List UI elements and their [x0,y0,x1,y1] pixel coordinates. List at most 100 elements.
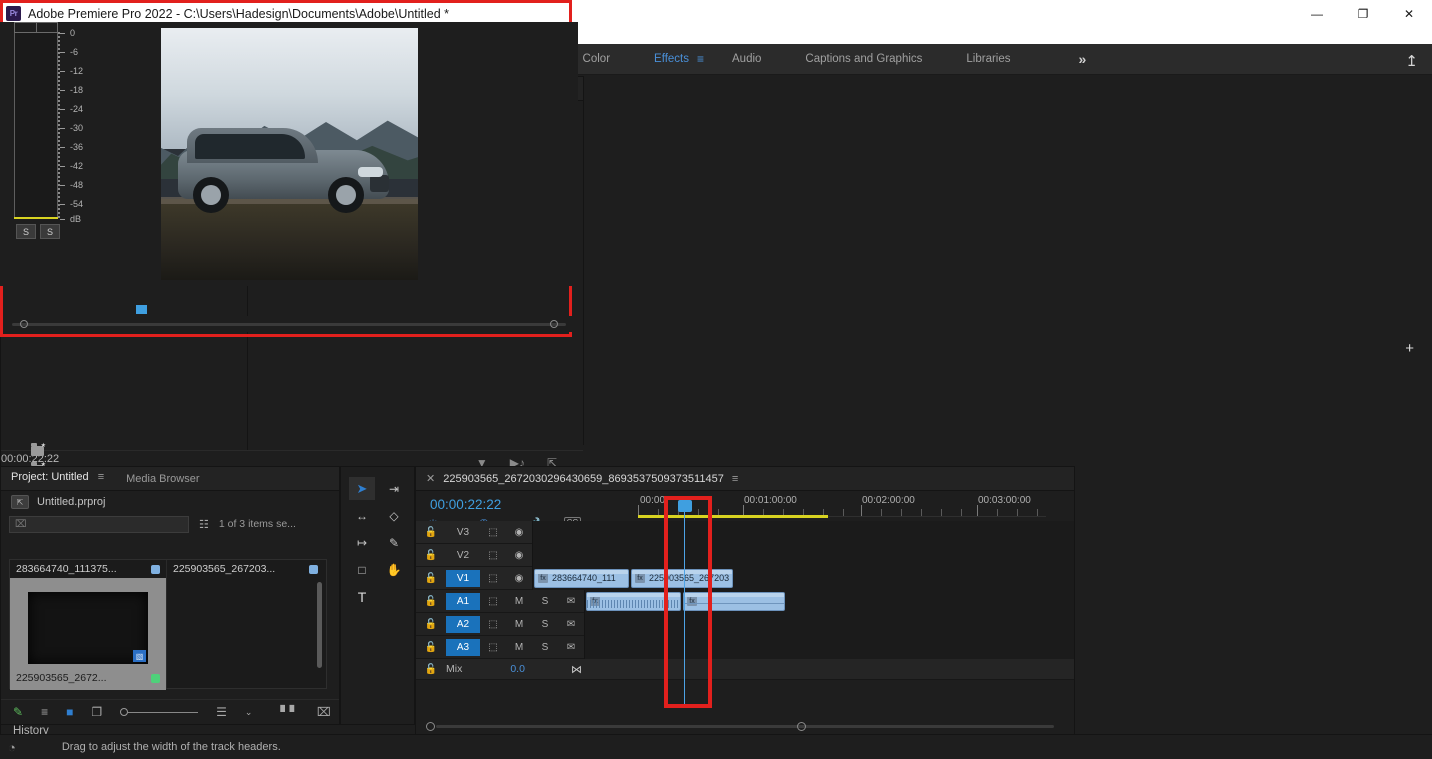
timeline-playhead-timecode[interactable]: 00:00:22:22 [430,497,501,512]
scrub-right-handle[interactable] [550,320,558,328]
workspace-overflow-icon[interactable]: » [1079,51,1087,67]
timeline-scroll-right-handle[interactable] [797,722,806,731]
timeline-playhead-handle[interactable] [678,500,692,512]
timeline-scroll-left-handle[interactable] [426,722,435,731]
solo-icon[interactable]: S [532,596,558,607]
sync-lock-icon[interactable]: ⬚ [480,596,506,607]
track-target-a3[interactable]: A3 [446,638,480,656]
icon-view-icon[interactable]: ■ [66,705,73,719]
sync-lock-icon[interactable]: ⬚ [480,573,506,584]
track-target-v1[interactable]: V1 [446,569,480,587]
sync-lock-icon[interactable]: ⬚ [480,642,506,653]
scrub-left-handle[interactable] [20,320,28,328]
zoom-slider[interactable] [120,708,199,716]
ripple-edit-tool-icon[interactable]: ↔ [349,504,375,527]
workspace-tab-libraries[interactable]: Libraries [944,44,1032,75]
track-target-a1[interactable]: A1 [446,592,480,610]
slip-tool-icon[interactable]: ↦ [349,531,375,554]
minimize-button[interactable]: — [1294,0,1340,27]
meter-solo-button-right[interactable]: S [40,224,60,239]
program-video-frame[interactable] [160,28,418,280]
selection-tool-icon[interactable]: ➤ [349,477,375,500]
pan-balance-icon[interactable]: ⋈ [571,663,582,676]
microphone-icon[interactable]: ✉ [558,596,584,607]
type-tool-icon[interactable]: T [349,585,375,608]
timeline-scroll-track[interactable] [436,725,1054,728]
track-clip-area-v3[interactable] [532,520,1074,544]
button-editor-plus-button[interactable]: + [1405,340,1414,357]
mute-icon[interactable]: M [506,642,532,653]
solo-icon[interactable]: S [532,619,558,630]
microphone-icon[interactable]: ✉ [558,642,584,653]
lock-icon[interactable]: 🔓 [416,642,446,653]
quick-export-icon[interactable]: ↥ [1405,52,1418,70]
bin-scrollbar[interactable] [317,582,322,668]
timeline-audio-clip[interactable]: fx [683,591,785,611]
mute-icon[interactable]: M [506,596,532,607]
sync-lock-icon[interactable]: ⬚ [480,550,506,561]
lock-icon[interactable]: 🔓 [416,664,446,675]
workspace-menu-icon[interactable]: ≡ [697,52,704,66]
timeline-horizontal-scrollbar[interactable] [426,722,1064,731]
parent-bin-icon[interactable]: ⇱ [11,495,29,509]
workspace-tab-captions-and-graphics[interactable]: Captions and Graphics [783,44,944,75]
chevron-down-icon[interactable]: ⌄ [245,707,253,718]
track-clip-area-v1[interactable]: fx 283664740_111 fx 225903565_267203 [532,566,1074,590]
hand-tool-icon[interactable]: ✋ [381,558,407,581]
workspace-tab-audio[interactable]: Audio [710,44,783,75]
freeform-view-icon[interactable]: ❐ [91,705,102,719]
track-output-eye-icon[interactable]: ◉ [506,527,532,538]
track-target-a2[interactable]: A2 [446,615,480,633]
bin-item-thumbnail[interactable]: ▧ [28,592,148,664]
new-item-pen-icon[interactable]: ✎ [13,705,23,719]
timeline-clip[interactable]: fx 283664740_111 [534,568,629,588]
maximize-button[interactable]: ❐ [1340,0,1386,27]
timeline-work-area-bar[interactable] [638,515,828,518]
mute-icon[interactable]: M [506,619,532,630]
track-select-forward-tool-icon[interactable]: ⇥ [381,477,407,500]
track-output-eye-icon[interactable]: ◉ [506,573,532,584]
tab-media-browser[interactable]: Media Browser [126,467,199,490]
panel-menu-icon[interactable]: ≡ [98,471,104,483]
track-clip-area-a2[interactable] [584,612,1074,636]
track-clip-area-a3[interactable] [584,635,1074,659]
mix-value[interactable]: 0.0 [510,663,525,675]
timeline-audio-clip[interactable]: fx [586,591,681,611]
pen-tool-icon[interactable]: ✎ [381,531,407,554]
lock-icon[interactable]: 🔓 [416,550,446,561]
track-clip-area-a1[interactable]: fx fx [584,589,1074,613]
bin-item-header[interactable]: 283664740_111375... [10,560,166,578]
solo-icon[interactable]: S [532,642,558,653]
audio-meter-channels[interactable] [14,33,58,218]
timeline-menu-icon[interactable]: ≡ [732,473,738,485]
program-playhead-marker[interactable] [136,305,147,314]
sync-lock-icon[interactable]: ⬚ [480,619,506,630]
timeline-ruler[interactable]: 00:00 00:01:00:00 00:02:00:00 00:03:00:0… [638,495,1046,517]
track-output-eye-icon[interactable]: ◉ [506,550,532,561]
lock-icon[interactable]: 🔓 [416,619,446,630]
track-target-v2[interactable]: V2 [446,547,480,564]
lock-icon[interactable]: 🔓 [416,573,446,584]
close-icon[interactable]: ✕ [426,472,435,485]
automate-to-sequence-icon[interactable]: ▘▘ [280,705,298,719]
timeline-sequence-name[interactable]: 225903565_2672030296430659_8693537509373… [443,473,724,485]
timeline-clip[interactable]: fx 225903565_267203 [631,568,733,588]
sort-icon[interactable]: ☰ [216,705,227,719]
sync-lock-icon[interactable]: ⬚ [480,527,506,538]
close-button[interactable]: ✕ [1386,0,1432,27]
lock-icon[interactable]: 🔓 [416,596,446,607]
project-search-input[interactable]: ⌧ [9,515,189,533]
track-clip-area-v2[interactable] [532,543,1074,567]
razor-tool-icon[interactable]: ◇ [381,504,407,527]
lock-icon[interactable]: 🔓 [416,527,446,538]
track-target-v3[interactable]: V3 [446,524,480,541]
microphone-icon[interactable]: ✉ [558,619,584,630]
list-view-icon[interactable]: ≡ [41,705,48,719]
bin-item-header[interactable]: 225903565_267203... [167,560,324,578]
program-scrub-bar[interactable] [6,305,572,332]
zoom-slider-knob[interactable] [120,708,129,716]
filter-bin-content-icon[interactable]: ☷ [199,518,209,531]
tab-project-untitled[interactable]: Project: Untitled ≡ [11,467,104,490]
meter-solo-button-left[interactable]: S [16,224,36,239]
find-icon[interactable]: ⌧ [317,705,331,719]
